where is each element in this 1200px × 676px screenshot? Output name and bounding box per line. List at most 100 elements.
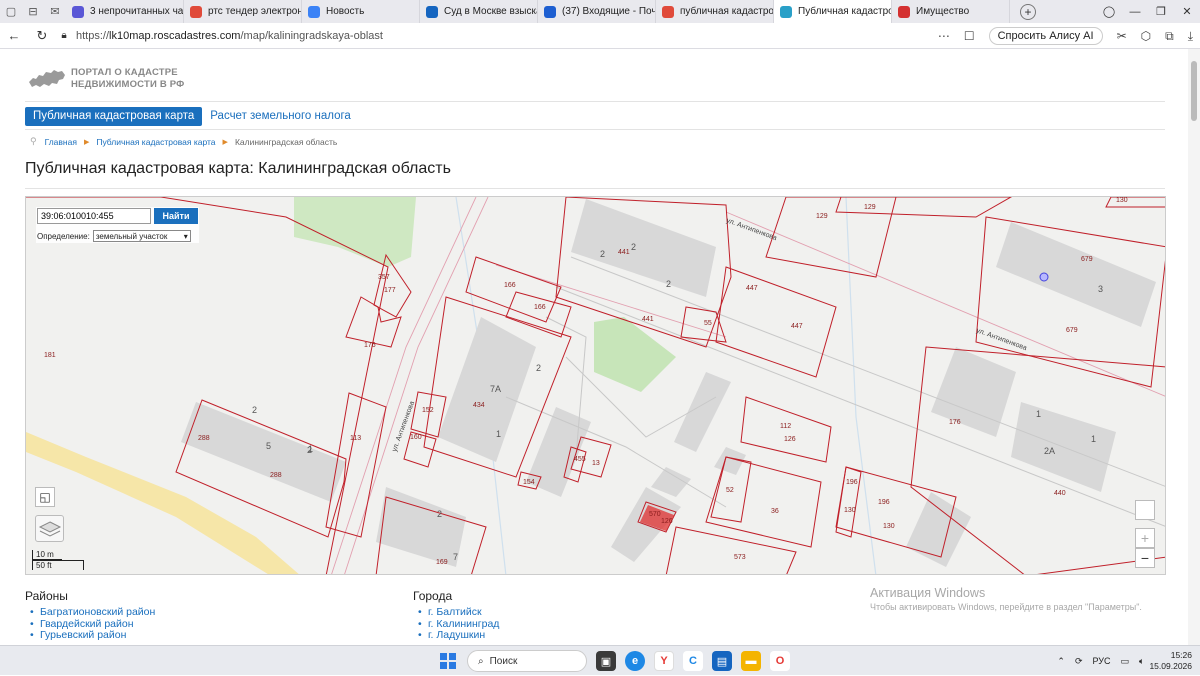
menu-item-land-tax[interactable]: Расчет земельного налога	[202, 107, 359, 126]
parcel-number-label: 55	[704, 320, 712, 327]
search-icon: ⌕	[478, 655, 484, 667]
layers-button[interactable]	[35, 515, 64, 542]
parcel-number-label: 434	[473, 402, 485, 409]
site-logo[interactable]: ПОРТАЛ О КАДАСТРЕ НЕДВИЖИМОСТИ В РФ	[27, 66, 185, 92]
tab-label: Новость	[326, 6, 365, 17]
street-label: ул. Антипенкова	[725, 217, 777, 242]
profile-icon[interactable]: ◯	[1096, 5, 1122, 18]
tray-app-icon[interactable]: ⟳	[1075, 656, 1083, 667]
store-icon[interactable]: ▤	[712, 651, 732, 671]
scale-feet: 50 ft	[32, 560, 84, 570]
tools-icon[interactable]: ✂	[1117, 29, 1127, 43]
windows-taskbar: ⌕ Поиск ▣ e Y C ▤ ▬ O ⌃ ⟳ РУС ▭ 🔈︎ 15:26 …	[0, 645, 1200, 675]
minimize-icon[interactable]: —	[1122, 6, 1148, 18]
folder-icon[interactable]: ▬	[741, 651, 761, 671]
language-indicator[interactable]: РУС	[1093, 656, 1111, 666]
parcel-number-label: 152	[422, 407, 434, 414]
scale-meters: 10 m	[32, 550, 62, 560]
zoom-in-button[interactable]: +	[1135, 528, 1155, 548]
map-marker-icon[interactable]	[1039, 272, 1049, 282]
taskbar-search[interactable]: ⌕ Поиск	[467, 650, 587, 672]
cadastral-map[interactable]: ул. Антипенкова ул. Антипенкова ул. Анти…	[25, 196, 1166, 575]
browser-tab[interactable]: Суд в Москве взыскал с	[420, 0, 538, 23]
url-field[interactable]: https://lk10map.roscadastres.com/map/kal…	[76, 30, 383, 42]
parcel-number-label: 52	[726, 487, 734, 494]
windows-start-icon[interactable]	[437, 650, 459, 672]
tab-favicon-icon	[544, 5, 556, 18]
lock-icon[interactable]: 🔒︎	[56, 30, 72, 41]
parcel-number-label: 169	[436, 559, 448, 566]
parcel-number-label: 112	[780, 423, 791, 430]
clock-time: 15:26	[1170, 650, 1192, 660]
cities-column: Города г. Балтийск г. Калининград г. Лад…	[413, 589, 499, 642]
tab-label: Имущество	[916, 6, 970, 17]
zoom-out-button[interactable]: −	[1135, 548, 1155, 568]
buildings	[181, 199, 1156, 567]
layers-icon	[38, 521, 62, 537]
reload-icon[interactable]: ↻	[28, 28, 56, 44]
browser-tab[interactable]: (37) Входящие - Почта М	[538, 0, 656, 23]
fullscreen-button[interactable]	[1135, 500, 1155, 520]
volume-icon[interactable]: 🔈︎	[1139, 656, 1144, 667]
logo-line1: ПОРТАЛ О КАДАСТРЕ	[71, 67, 178, 78]
browser-tab[interactable]: Публичная кадастро×	[774, 0, 892, 23]
tab-favicon-icon	[308, 5, 320, 18]
chrome-like-icon[interactable]: C	[683, 651, 703, 671]
windows-activation-watermark: Активация Windows Чтобы активировать Win…	[870, 586, 1142, 612]
menu-item-cadastral-map[interactable]: Публичная кадастровая карта	[25, 107, 203, 126]
logo-line2: НЕДВИЖИМОСТИ В РФ	[71, 79, 185, 90]
parcel-number-label: 1	[496, 429, 501, 439]
more-icon[interactable]: ⋯	[938, 29, 950, 43]
extensions-icon[interactable]: ⬡	[1141, 29, 1151, 43]
browser-tab[interactable]: ртс тендер электронна	[184, 0, 302, 23]
parcel-number-label: 154	[523, 479, 535, 486]
pinned-tab-icon[interactable]: ✉	[44, 0, 66, 23]
find-button[interactable]: Найти	[154, 208, 198, 224]
network-icon[interactable]: ▭	[1121, 656, 1130, 667]
divider	[25, 129, 1165, 130]
back-icon[interactable]: ←	[0, 28, 28, 43]
yandex-icon[interactable]: Y	[654, 651, 674, 671]
opera-icon[interactable]: O	[770, 651, 790, 671]
definition-select[interactable]: земельный участок ▾	[92, 230, 191, 242]
parcel-number-label: 130	[883, 523, 895, 530]
bookmarks-icon[interactable]: ⊟	[22, 0, 44, 23]
parcel-number-label: 129	[816, 213, 828, 220]
edge-icon[interactable]: e	[625, 651, 645, 671]
download-icon[interactable]: ⤓	[1188, 29, 1193, 44]
district-link[interactable]: Гурьевский район	[25, 629, 155, 642]
browser-tab[interactable]: публичная кадастровая	[656, 0, 774, 23]
clock[interactable]: 15:26 15.09.2026	[1149, 650, 1192, 672]
maximize-icon[interactable]: ❐	[1148, 5, 1174, 18]
browser-tab[interactable]: Имущество	[892, 0, 1010, 23]
browser-tab[interactable]: 3 непрочитанных чата	[66, 0, 184, 23]
map-canvas[interactable]: ул. Антипенкова ул. Антипенкова ул. Анти…	[26, 197, 1166, 575]
alice-button[interactable]: Спросить Алису AI	[988, 27, 1103, 45]
breadcrumb-cadastral-map[interactable]: Публичная кадастровая карта	[96, 137, 215, 147]
clock-date: 15.09.2026	[1149, 661, 1192, 671]
city-link[interactable]: г. Ладушкин	[413, 629, 499, 642]
close-window-icon[interactable]: ✕	[1174, 5, 1200, 18]
parcel-number-label: 160	[410, 434, 422, 441]
sidebar-toggle-icon[interactable]: ▢	[0, 0, 22, 23]
parcel-number-label: 441	[618, 249, 630, 256]
page-scrollbar[interactable]	[1188, 49, 1200, 645]
window-controls: ◯ — ❐ ✕	[1096, 0, 1200, 23]
breadcrumb-home[interactable]: Главная	[45, 137, 77, 147]
district-link[interactable]: Багратионовский район	[25, 606, 155, 619]
search-panel: Найти Определение: земельный участок ▾	[36, 207, 199, 243]
cadastral-number-input[interactable]	[37, 208, 151, 224]
bookmark-icon[interactable]: ☐	[964, 29, 975, 43]
measure-button[interactable]: ◱	[35, 487, 55, 507]
districts-title: Районы	[25, 589, 68, 603]
parcel-number-label: 36	[771, 508, 779, 515]
city-link[interactable]: г. Балтийск	[413, 606, 499, 619]
definition-value: земельный участок	[95, 231, 168, 241]
collections-icon[interactable]: ⧉	[1165, 29, 1174, 44]
tray-chevron-icon[interactable]: ⌃	[1057, 656, 1065, 667]
task-view-icon[interactable]: ▣	[596, 651, 616, 671]
search-label: Поиск	[489, 655, 518, 667]
parcel-number-label: 1	[1036, 409, 1041, 419]
browser-tab[interactable]: Новость	[302, 0, 420, 23]
new-tab-button[interactable]: +	[1020, 3, 1036, 20]
